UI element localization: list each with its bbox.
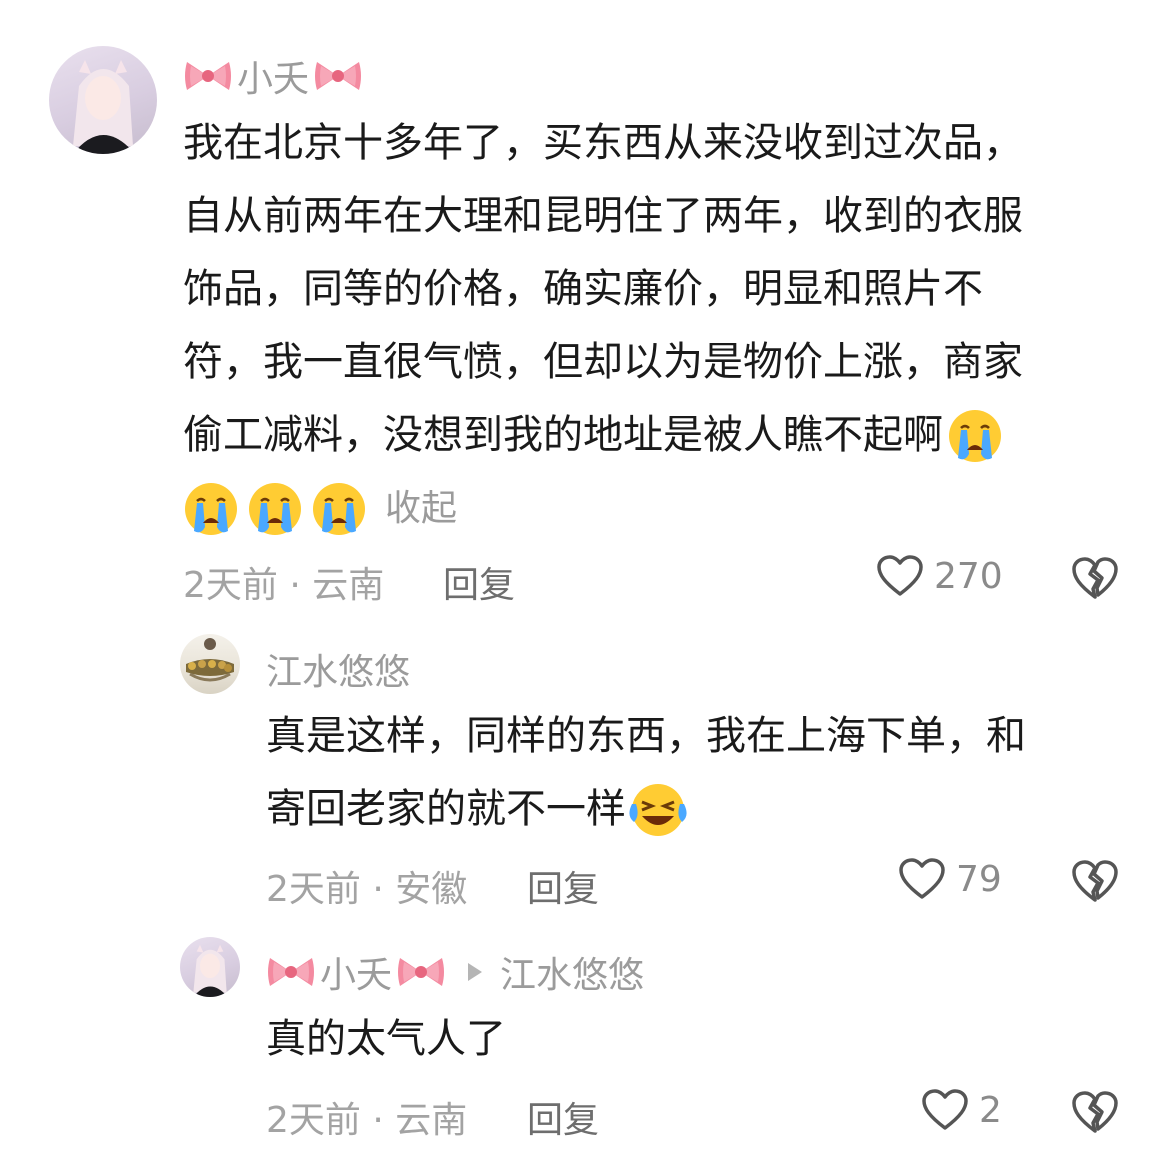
reply-button[interactable]: 回复 <box>527 860 599 912</box>
emoji-row: 收起 <box>183 472 1023 545</box>
crying-face-icon <box>311 481 367 537</box>
heart-icon <box>876 554 924 598</box>
reply-button[interactable]: 回复 <box>443 556 515 608</box>
meta-separator: · <box>372 869 384 910</box>
author-name: 小夭 <box>320 955 393 996</box>
meta-separator: · <box>372 1100 384 1141</box>
crying-face-icon <box>183 481 239 537</box>
author-name: 江水悠悠 <box>266 652 411 693</box>
broken-heart-icon[interactable] <box>1071 1089 1119 1135</box>
comment-location: 安徽 <box>395 869 468 910</box>
comment-line: 寄回老家的就不一样 <box>266 786 626 832</box>
comment-text: 真是这样，同样的东西，我在上海下单，和 寄回老家的就不一样 <box>266 700 1026 846</box>
comment-line-with-emoji: 寄回老家的就不一样 <box>266 773 1026 846</box>
broken-heart-icon[interactable] <box>1071 858 1119 904</box>
bow-icon <box>183 56 233 96</box>
comment-line: 真的太气人了 <box>266 1016 506 1062</box>
avatar[interactable] <box>180 634 240 694</box>
like-button[interactable]: 2 <box>921 1088 1002 1132</box>
comment-location: 云南 <box>312 565 385 606</box>
comment-line: 偷工减料，没想到我的地址是被人瞧不起啊 <box>183 412 943 458</box>
like-button[interactable]: 270 <box>876 554 1003 598</box>
comment-time: 2天前 <box>266 1100 361 1141</box>
reply-to-name[interactable]: 江水悠悠 <box>500 946 644 998</box>
bow-icon <box>313 56 363 96</box>
like-button[interactable]: 79 <box>898 857 1002 901</box>
comment-meta: 2天前 · 云南 <box>183 556 384 608</box>
like-count: 2 <box>979 1089 1002 1131</box>
avatar-portrait-icon <box>73 60 135 154</box>
reply-arrow-icon <box>468 963 483 981</box>
comment-meta: 2天前 · 云南 <box>266 1091 467 1143</box>
avatar[interactable] <box>180 937 240 997</box>
avatar-portrait-icon <box>193 944 228 997</box>
meta-separator: · <box>289 565 301 606</box>
like-count: 270 <box>934 555 1003 597</box>
like-count: 79 <box>956 858 1002 900</box>
laughing-crying-face-icon <box>628 782 688 838</box>
collapse-button[interactable]: 收起 <box>385 472 457 545</box>
comment-line: 自从前两年在大理和昆明住了两年，收到的衣服 <box>183 193 1023 239</box>
reply-button[interactable]: 回复 <box>527 1091 599 1143</box>
broken-heart-icon[interactable] <box>1071 555 1119 601</box>
crying-face-icon <box>947 408 1003 464</box>
comment-line: 符，我一直很气愤，但却以为是物价上涨，商家 <box>183 339 1023 385</box>
comment-author[interactable]: 小夭 江水悠悠 <box>266 946 644 998</box>
comment-line: 真是这样，同样的东西，我在上海下单，和 <box>266 713 1026 759</box>
comment-time: 2天前 <box>183 565 278 606</box>
bow-icon <box>396 952 446 992</box>
avatar-photo-icon <box>186 638 234 682</box>
crying-face-icon <box>247 481 303 537</box>
comment-line: 我在北京十多年了，买东西从来没收到过次品， <box>183 120 1023 166</box>
comment-text: 我在北京十多年了，买东西从来没收到过次品， 自从前两年在大理和昆明住了两年，收到… <box>183 107 1023 545</box>
comment-location: 云南 <box>395 1100 468 1141</box>
heart-icon <box>898 857 946 901</box>
comment-meta: 2天前 · 安徽 <box>266 860 467 912</box>
comment-line-with-emoji: 偷工减料，没想到我的地址是被人瞧不起啊 <box>183 399 1023 472</box>
comment-author[interactable]: 小夭 <box>183 50 363 102</box>
avatar[interactable] <box>49 46 157 154</box>
heart-icon <box>921 1088 969 1132</box>
comment-author[interactable]: 江水悠悠 <box>266 643 410 695</box>
author-name: 小夭 <box>237 59 310 100</box>
comment-text: 真的太气人了 <box>266 1003 506 1076</box>
bow-icon <box>266 952 316 992</box>
comment-time: 2天前 <box>266 869 361 910</box>
comment-line: 饰品，同等的价格，确实廉价，明显和照片不 <box>183 266 983 312</box>
